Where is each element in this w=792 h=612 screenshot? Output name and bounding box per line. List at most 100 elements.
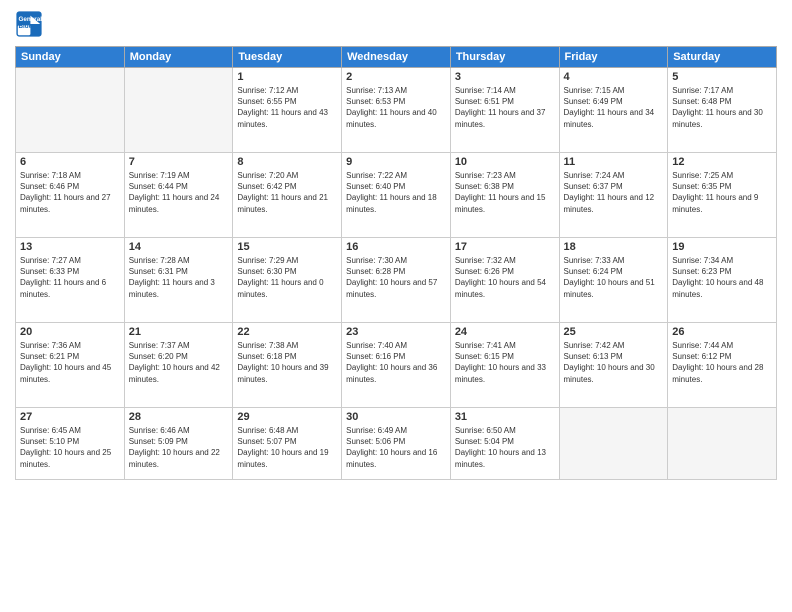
svg-text:General: General — [19, 16, 43, 23]
day-number: 31 — [455, 411, 555, 423]
day-number: 24 — [455, 326, 555, 338]
day-info: Sunrise: 7:15 AMSunset: 6:49 PMDaylight:… — [564, 85, 664, 130]
day-info: Sunrise: 7:14 AMSunset: 6:51 PMDaylight:… — [455, 85, 555, 130]
calendar-week-2: 6 Sunrise: 7:18 AMSunset: 6:46 PMDaylight… — [16, 153, 777, 238]
calendar-cell: 11Sunrise: 7:24 AMSunset: 6:37 PMDayligh… — [559, 153, 668, 238]
day-number: 15 — [237, 241, 337, 253]
day-number: 23 — [346, 326, 446, 338]
day-info: Sunrise: 7:44 AMSunset: 6:12 PMDaylight:… — [672, 340, 772, 385]
calendar-cell: 14 Sunrise: 7:28 AMSunset: 6:31 PMDayligh… — [124, 238, 233, 323]
calendar-cell: 25Sunrise: 7:42 AMSunset: 6:13 PMDayligh… — [559, 323, 668, 408]
day-info: Sunrise: 7:32 AMSunset: 6:26 PMDaylight:… — [455, 255, 555, 300]
day-number: 25 — [564, 326, 664, 338]
day-info: Sunrise: 7:37 AMSunset: 6:20 PMDaylight:… — [129, 340, 229, 385]
calendar-cell: 28 Sunrise: 6:46 AMSunset: 5:09 PMDayligh… — [124, 408, 233, 480]
day-info: Sunrise: 6:45 AMSunset: 5:10 PMDaylight:… — [20, 425, 120, 470]
day-info: Sunrise: 7:17 AMSunset: 6:48 PMDaylight:… — [672, 85, 772, 130]
calendar-cell: 5 Sunrise: 7:17 AMSunset: 6:48 PMDaylight… — [668, 68, 777, 153]
calendar-cell: 2 Sunrise: 7:13 AMSunset: 6:53 PMDaylight… — [342, 68, 451, 153]
calendar-cell: 1Sunrise: 7:12 AMSunset: 6:55 PMDaylight… — [233, 68, 342, 153]
calendar-cell: 20 Sunrise: 7:36 AMSunset: 6:21 PMDayligh… — [16, 323, 125, 408]
day-number: 6 — [20, 156, 120, 168]
calendar-cell: 26 Sunrise: 7:44 AMSunset: 6:12 PMDayligh… — [668, 323, 777, 408]
day-info: Sunrise: 7:25 AMSunset: 6:35 PMDaylight:… — [672, 170, 772, 215]
day-info: Sunrise: 6:46 AMSunset: 5:09 PMDaylight:… — [129, 425, 229, 470]
calendar-cell: 16Sunrise: 7:30 AMSunset: 6:28 PMDayligh… — [342, 238, 451, 323]
calendar-cell: 23 Sunrise: 7:40 AMSunset: 6:16 PMDayligh… — [342, 323, 451, 408]
day-number: 7 — [129, 156, 229, 168]
svg-text:Blue: Blue — [19, 23, 33, 30]
calendar-cell: 19 Sunrise: 7:34 AMSunset: 6:23 PMDayligh… — [668, 238, 777, 323]
calendar-cell: 22 Sunrise: 7:38 AMSunset: 6:18 PMDayligh… — [233, 323, 342, 408]
day-number: 8 — [237, 156, 337, 168]
day-number: 2 — [346, 71, 446, 83]
logo-icon: General Blue — [15, 10, 43, 38]
day-number: 14 — [129, 241, 229, 253]
calendar-cell — [668, 408, 777, 480]
weekday-header-tuesday: Tuesday — [233, 47, 342, 68]
day-info: Sunrise: 7:30 AMSunset: 6:28 PMDaylight:… — [346, 255, 446, 300]
calendar-week-4: 20 Sunrise: 7:36 AMSunset: 6:21 PMDayligh… — [16, 323, 777, 408]
day-number: 1 — [237, 71, 337, 83]
weekday-header-saturday: Saturday — [668, 47, 777, 68]
day-number: 20 — [20, 326, 120, 338]
day-info: Sunrise: 7:23 AMSunset: 6:38 PMDaylight:… — [455, 170, 555, 215]
day-number: 18 — [564, 241, 664, 253]
calendar-cell: 21 Sunrise: 7:37 AMSunset: 6:20 PMDayligh… — [124, 323, 233, 408]
day-number: 26 — [672, 326, 772, 338]
day-number: 5 — [672, 71, 772, 83]
calendar-cell: 4 Sunrise: 7:15 AMSunset: 6:49 PMDaylight… — [559, 68, 668, 153]
calendar-week-1: 1Sunrise: 7:12 AMSunset: 6:55 PMDaylight… — [16, 68, 777, 153]
calendar-cell — [124, 68, 233, 153]
day-info: Sunrise: 7:29 AMSunset: 6:30 PMDaylight:… — [237, 255, 337, 300]
calendar-cell: 27 Sunrise: 6:45 AMSunset: 5:10 PMDayligh… — [16, 408, 125, 480]
day-number: 11 — [564, 156, 664, 168]
calendar-cell: 3 Sunrise: 7:14 AMSunset: 6:51 PMDaylight… — [450, 68, 559, 153]
day-number: 4 — [564, 71, 664, 83]
day-info: Sunrise: 7:40 AMSunset: 6:16 PMDaylight:… — [346, 340, 446, 385]
calendar-cell: 15 Sunrise: 7:29 AMSunset: 6:30 PMDayligh… — [233, 238, 342, 323]
calendar-cell — [16, 68, 125, 153]
day-info: Sunrise: 7:33 AMSunset: 6:24 PMDaylight:… — [564, 255, 664, 300]
day-info: Sunrise: 7:38 AMSunset: 6:18 PMDaylight:… — [237, 340, 337, 385]
calendar-cell: 29 Sunrise: 6:48 AMSunset: 5:07 PMDayligh… — [233, 408, 342, 480]
calendar-cell: 7 Sunrise: 7:19 AMSunset: 6:44 PMDaylight… — [124, 153, 233, 238]
day-number: 3 — [455, 71, 555, 83]
day-info: Sunrise: 7:13 AMSunset: 6:53 PMDaylight:… — [346, 85, 446, 130]
calendar-cell: 8Sunrise: 7:20 AMSunset: 6:42 PMDaylight… — [233, 153, 342, 238]
weekday-header-friday: Friday — [559, 47, 668, 68]
header: General Blue — [15, 10, 777, 38]
day-number: 22 — [237, 326, 337, 338]
day-number: 17 — [455, 241, 555, 253]
day-number: 12 — [672, 156, 772, 168]
day-number: 27 — [20, 411, 120, 423]
calendar-cell: 30Sunrise: 6:49 AMSunset: 5:06 PMDayligh… — [342, 408, 451, 480]
calendar-cell — [559, 408, 668, 480]
day-number: 21 — [129, 326, 229, 338]
calendar-cell: 9 Sunrise: 7:22 AMSunset: 6:40 PMDaylight… — [342, 153, 451, 238]
day-info: Sunrise: 7:27 AMSunset: 6:33 PMDaylight:… — [20, 255, 120, 300]
day-number: 29 — [237, 411, 337, 423]
day-number: 9 — [346, 156, 446, 168]
day-number: 19 — [672, 241, 772, 253]
day-info: Sunrise: 7:28 AMSunset: 6:31 PMDaylight:… — [129, 255, 229, 300]
day-info: Sunrise: 6:50 AMSunset: 5:04 PMDaylight:… — [455, 425, 555, 470]
calendar-cell: 18 Sunrise: 7:33 AMSunset: 6:24 PMDayligh… — [559, 238, 668, 323]
day-info: Sunrise: 6:48 AMSunset: 5:07 PMDaylight:… — [237, 425, 337, 470]
day-number: 30 — [346, 411, 446, 423]
weekday-header-wednesday: Wednesday — [342, 47, 451, 68]
day-info: Sunrise: 7:22 AMSunset: 6:40 PMDaylight:… — [346, 170, 446, 215]
day-info: Sunrise: 7:19 AMSunset: 6:44 PMDaylight:… — [129, 170, 229, 215]
day-info: Sunrise: 7:34 AMSunset: 6:23 PMDaylight:… — [672, 255, 772, 300]
calendar-week-3: 13Sunrise: 7:27 AMSunset: 6:33 PMDayligh… — [16, 238, 777, 323]
calendar-cell: 17 Sunrise: 7:32 AMSunset: 6:26 PMDayligh… — [450, 238, 559, 323]
day-info: Sunrise: 7:18 AMSunset: 6:46 PMDaylight:… — [20, 170, 120, 215]
day-info: Sunrise: 7:36 AMSunset: 6:21 PMDaylight:… — [20, 340, 120, 385]
calendar-week-5: 27 Sunrise: 6:45 AMSunset: 5:10 PMDayligh… — [16, 408, 777, 480]
calendar-cell: 6 Sunrise: 7:18 AMSunset: 6:46 PMDaylight… — [16, 153, 125, 238]
calendar-cell: 10Sunrise: 7:23 AMSunset: 6:38 PMDayligh… — [450, 153, 559, 238]
calendar-table: SundayMondayTuesdayWednesdayThursdayFrid… — [15, 46, 777, 480]
logo: General Blue — [15, 10, 47, 38]
day-number: 28 — [129, 411, 229, 423]
page-container: General Blue SundayMondayTuesdayWednesda… — [0, 0, 792, 612]
